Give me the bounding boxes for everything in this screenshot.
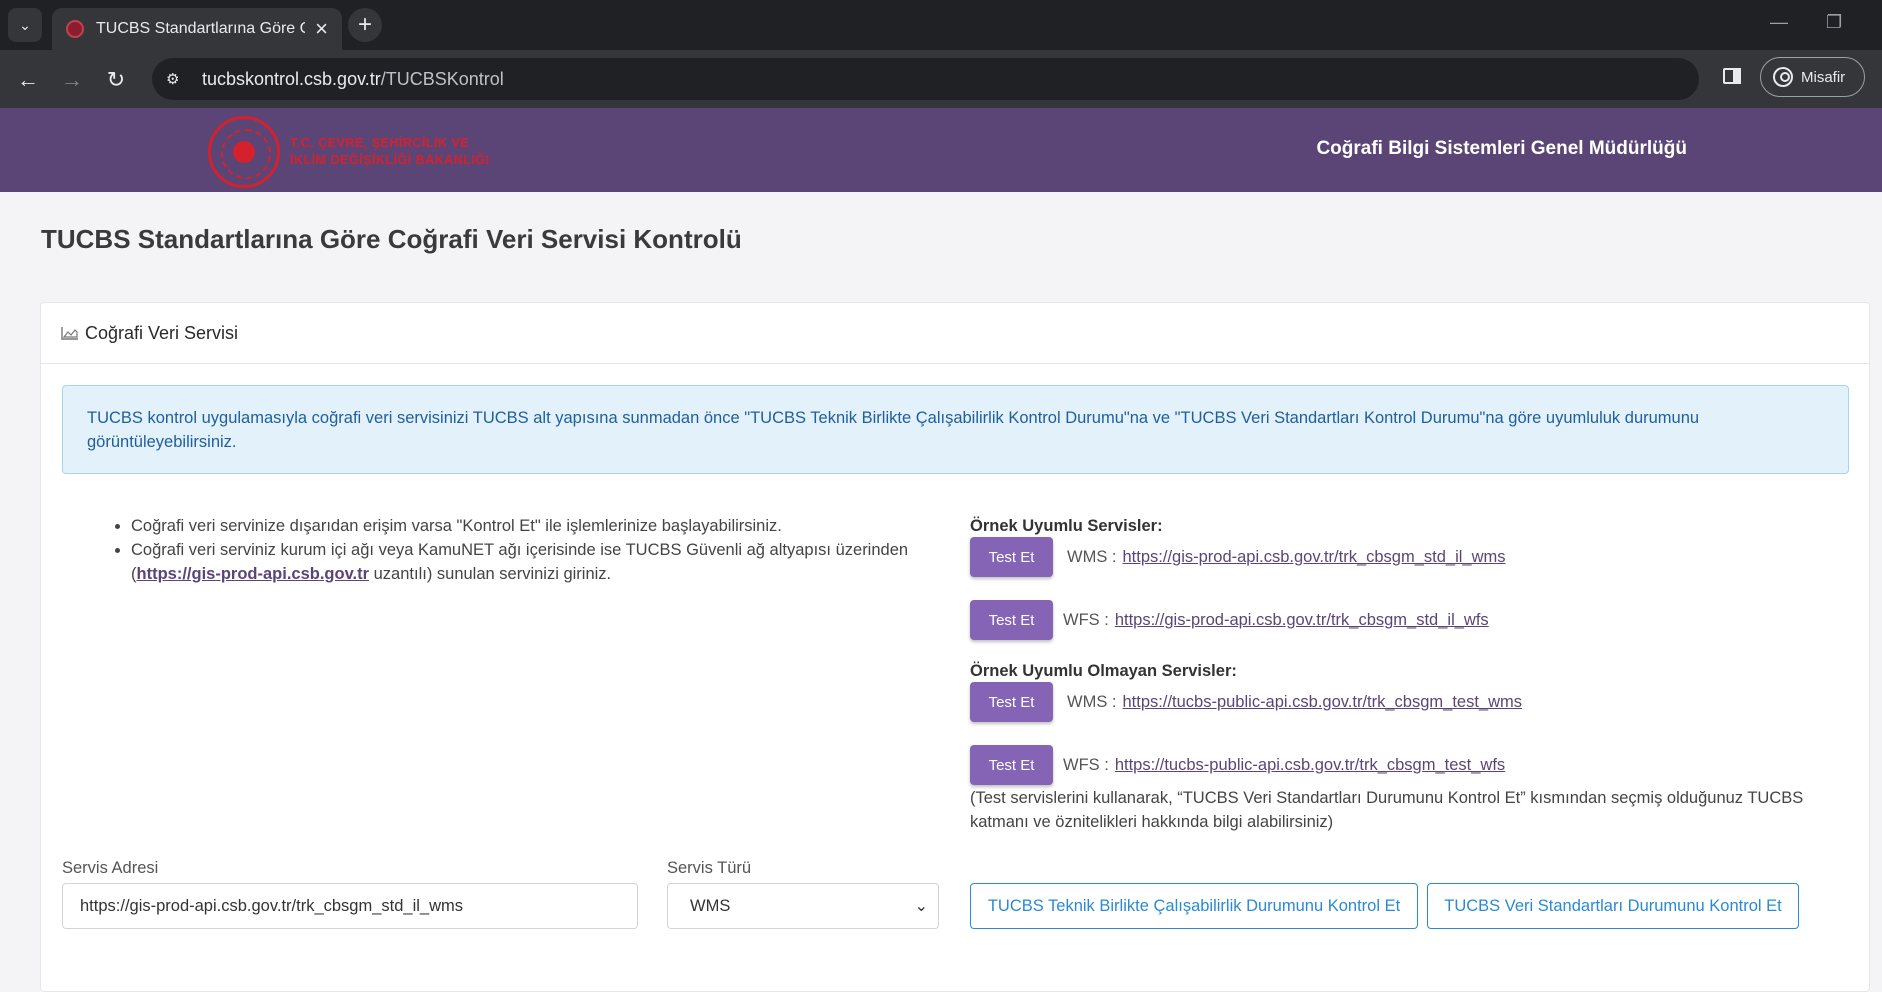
tab-title: TUCBS Standartlarına Göre Coğ bbox=[96, 20, 305, 37]
profile-label: Misafir bbox=[1801, 68, 1846, 86]
test-button[interactable]: Test Et bbox=[970, 745, 1053, 785]
service-type-select[interactable]: WMS ⌄ bbox=[667, 883, 939, 929]
test-button[interactable]: Test Et bbox=[970, 682, 1053, 722]
sample-service-link[interactable]: https://tucbs-public-api.csb.gov.tr/trk_… bbox=[1123, 693, 1523, 712]
sample-service-link[interactable]: https://gis-prod-api.csb.gov.tr/trk_cbsg… bbox=[1123, 548, 1506, 567]
browser-tab-bar: ⌄ TUCBS Standartlarına Göre Coğ × + — ❐ bbox=[0, 0, 1882, 50]
browser-toolbar: ← → ↻ ⚙ tucbskontrol.csb.gov.tr/TUCBSKon… bbox=[0, 50, 1882, 108]
logo-line-2: İKLİM DEĞİŞİKLİĞİ BAKANLIĞI bbox=[290, 153, 490, 167]
service-address-input[interactable]: https://gis-prod-api.csb.gov.tr/trk_cbsg… bbox=[62, 883, 638, 929]
list-item: Coğrafi veri serviniz kurum içi ağı veya… bbox=[131, 538, 951, 586]
site-settings-icon[interactable]: ⚙ bbox=[166, 70, 186, 88]
side-panel-icon[interactable] bbox=[1720, 64, 1746, 90]
restore-icon[interactable]: ❐ bbox=[1826, 12, 1842, 33]
site-header: T.C. ÇEVRE, ŞEHİRCİLİK VE İKLİM DEĞİŞİKL… bbox=[0, 108, 1882, 192]
minimize-icon[interactable]: — bbox=[1770, 12, 1788, 33]
card-title: Coğrafi Veri Servisi bbox=[85, 322, 239, 343]
test-button[interactable]: Test Et bbox=[970, 600, 1053, 640]
sample-service-link[interactable]: https://tucbs-public-api.csb.gov.tr/trk_… bbox=[1115, 756, 1505, 775]
service-address-label: Servis Adresi bbox=[62, 859, 159, 877]
browser-tab[interactable]: TUCBS Standartlarına Göre Coğ × bbox=[52, 8, 342, 50]
plus-icon: + bbox=[357, 11, 372, 38]
sample-services: Örnek Uyumlu Servisler: Test Et WMS : ht… bbox=[970, 514, 1850, 834]
service-type-label: WMS : bbox=[1067, 692, 1117, 711]
bullet-text: uzantılı) sunulan servinizi giriniz. bbox=[369, 565, 612, 583]
sample-service-link[interactable]: https://gis-prod-api.csb.gov.tr/trk_cbsg… bbox=[1115, 611, 1489, 630]
sample-row: Test Et WFS : https://gis-prod-api.csb.g… bbox=[970, 599, 1850, 641]
area-chart-icon bbox=[61, 327, 78, 340]
secure-network-link[interactable]: https://gis-prod-api.csb.gov.tr bbox=[137, 565, 370, 583]
logo-text: T.C. ÇEVRE, ŞEHİRCİLİK VE İKLİM DEĞİŞİKL… bbox=[290, 135, 490, 169]
service-type-label: WFS : bbox=[1063, 610, 1109, 629]
favicon-icon bbox=[66, 20, 84, 38]
compliant-heading: Örnek Uyumlu Servisler: bbox=[970, 517, 1163, 535]
profile-button[interactable]: Misafir bbox=[1760, 57, 1865, 97]
close-icon[interactable]: × bbox=[315, 18, 328, 40]
address-bar[interactable]: ⚙ tucbskontrol.csb.gov.tr/TUCBSKontrol bbox=[152, 58, 1699, 100]
service-type-label: WMS : bbox=[1067, 547, 1117, 566]
back-arrow-icon[interactable]: ← bbox=[12, 64, 44, 96]
card-header: Coğrafi Veri Servisi bbox=[41, 303, 1869, 364]
seal-icon bbox=[208, 116, 280, 188]
service-card: Coğrafi Veri Servisi TUCBS kontrol uygul… bbox=[40, 302, 1870, 992]
service-type-label: Servis Türü bbox=[667, 859, 752, 877]
instructions-list: Coğrafi veri servinize dışarıdan erişim … bbox=[111, 514, 951, 586]
noncompliant-heading: Örnek Uyumlu Olmayan Servisler: bbox=[970, 662, 1237, 680]
list-item: Coğrafi veri servinize dışarıdan erişim … bbox=[131, 514, 951, 538]
page-title: TUCBS Standartlarına Göre Coğrafi Veri S… bbox=[41, 224, 742, 254]
url-host: tucbskontrol.csb.gov.tr bbox=[202, 68, 381, 89]
reload-icon[interactable]: ↻ bbox=[100, 64, 132, 96]
test-button[interactable]: Test Et bbox=[970, 537, 1053, 577]
tab-list-button[interactable]: ⌄ bbox=[8, 8, 42, 42]
test-services-note: (Test servislerini kullanarak, “TUCBS Ve… bbox=[970, 789, 1804, 831]
forward-arrow-icon[interactable]: → bbox=[56, 64, 88, 96]
url-text: tucbskontrol.csb.gov.tr/TUCBSKontrol bbox=[202, 69, 504, 90]
new-tab-button[interactable]: + bbox=[348, 8, 382, 42]
sample-row: Test Et WFS : https://tucbs-public-api.c… bbox=[970, 744, 1850, 786]
header-title: Coğrafi Bilgi Sistemleri Genel Müdürlüğü bbox=[1316, 138, 1687, 159]
service-type-value: WMS bbox=[690, 896, 731, 915]
sample-row: Test Et WMS : https://gis-prod-api.csb.g… bbox=[970, 536, 1850, 578]
person-icon bbox=[1773, 67, 1793, 87]
url-path: /TUCBSKontrol bbox=[380, 68, 504, 89]
logo-line-1: T.C. ÇEVRE, ŞEHİRCİLİK VE bbox=[290, 136, 470, 150]
sample-row: Test Et WMS : https://tucbs-public-api.c… bbox=[970, 681, 1850, 723]
chevron-down-icon: ⌄ bbox=[19, 16, 31, 33]
service-type-label: WFS : bbox=[1063, 755, 1109, 774]
ministry-logo[interactable]: T.C. ÇEVRE, ŞEHİRCİLİK VE İKLİM DEĞİŞİKL… bbox=[208, 116, 490, 188]
check-interoperability-button[interactable]: TUCBS Teknik Birlikte Çalışabilirlik Dur… bbox=[970, 883, 1418, 929]
info-alert: TUCBS kontrol uygulamasıyla coğrafi veri… bbox=[62, 385, 1849, 474]
chevron-down-icon: ⌄ bbox=[914, 898, 928, 915]
check-data-standards-button[interactable]: TUCBS Veri Standartları Durumunu Kontrol… bbox=[1427, 883, 1799, 929]
